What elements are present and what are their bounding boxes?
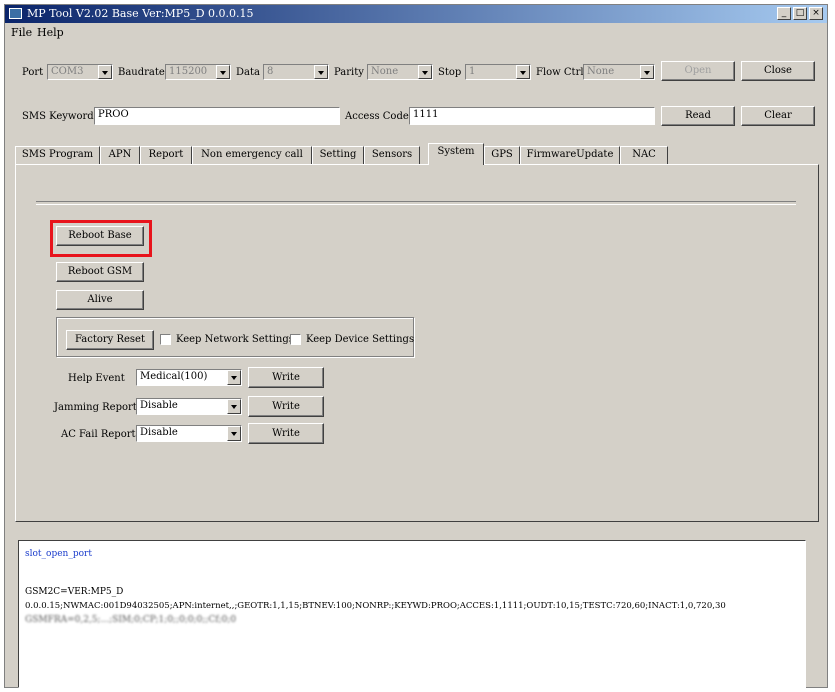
tab-nac[interactable]: NAC: [620, 146, 668, 164]
parity-select[interactable]: None: [367, 64, 433, 80]
menu-bar: File Help: [5, 24, 827, 40]
tab-report[interactable]: Report: [140, 146, 192, 164]
reboot-gsm-button[interactable]: Reboot GSM: [56, 262, 144, 282]
keep-network-label: Keep Network Settings: [176, 334, 294, 345]
tab-system[interactable]: System: [428, 143, 484, 165]
divider: [36, 201, 796, 205]
minimize-icon[interactable]: _: [777, 7, 791, 20]
port-select[interactable]: COM3: [47, 64, 113, 80]
stop-select[interactable]: 1: [465, 64, 531, 80]
log-output[interactable]: slot_open_port GSM2C=VER:MP5_D 0.0.0.15;…: [18, 540, 806, 688]
chevron-down-icon: [516, 65, 530, 79]
parity-label: Parity: [334, 67, 364, 78]
system-panel: Reboot Base Reboot GSM Alive Factory Res…: [15, 164, 819, 522]
ac-fail-report-label: AC Fail Report: [61, 429, 136, 440]
close-icon[interactable]: ×: [809, 7, 823, 20]
log-line: GSM2C=VER:MP5_D: [25, 587, 124, 597]
port-label: Port: [22, 67, 44, 78]
app-icon: [9, 8, 22, 19]
title-bar: MP Tool V2.02 Base Ver:MP5_D 0.0.0.15 _ …: [5, 5, 827, 23]
tab-sms-program[interactable]: SMS Program: [15, 146, 100, 164]
data-select[interactable]: 8: [263, 64, 329, 80]
keep-network-checkbox[interactable]: [160, 334, 171, 345]
ac-fail-report-write-button[interactable]: Write: [248, 423, 324, 444]
tab-non-emergency-call[interactable]: Non emergency call: [192, 146, 312, 164]
baudrate-select[interactable]: 115200: [165, 64, 231, 80]
window-title: MP Tool V2.02 Base Ver:MP5_D 0.0.0.15: [27, 7, 254, 20]
jamming-report-write-button[interactable]: Write: [248, 396, 324, 417]
menu-help[interactable]: Help: [37, 26, 64, 39]
tab-firmware-update[interactable]: FirmwareUpdate: [520, 146, 620, 164]
ac-fail-report-select[interactable]: Disable: [136, 425, 242, 442]
log-line: slot_open_port: [25, 549, 92, 559]
jamming-report-select[interactable]: Disable: [136, 398, 242, 415]
factory-reset-button[interactable]: Factory Reset: [66, 330, 154, 350]
access-code-input[interactable]: 1111: [409, 107, 655, 125]
clear-button[interactable]: Clear: [741, 106, 815, 126]
chevron-down-icon: [227, 426, 241, 441]
menu-file[interactable]: File: [11, 26, 32, 39]
log-line: GSMFRA=0,2,5;...;SIM;0;CP;1;0;;0;0;0;;Cf…: [25, 615, 237, 625]
chevron-down-icon: [314, 65, 328, 79]
chevron-down-icon: [227, 399, 241, 414]
maximize-icon[interactable]: □: [793, 7, 807, 20]
alive-button[interactable]: Alive: [56, 290, 144, 310]
log-line: 0.0.0.15;NWMAC:001D94032505;APN:internet…: [25, 601, 726, 611]
flowctrl-label: Flow Ctrl: [536, 67, 584, 78]
highlight-box: [50, 220, 152, 257]
read-button[interactable]: Read: [661, 106, 735, 126]
keep-device-label: Keep Device Settings: [306, 334, 415, 345]
tab-setting[interactable]: Setting: [312, 146, 364, 164]
chevron-down-icon: [227, 370, 241, 385]
stop-label: Stop: [438, 67, 462, 78]
chevron-down-icon: [98, 65, 112, 79]
chevron-down-icon: [640, 65, 654, 79]
keep-device-checkbox[interactable]: [290, 334, 301, 345]
chevron-down-icon: [418, 65, 432, 79]
open-button[interactable]: Open: [661, 61, 735, 81]
tab-gps[interactable]: GPS: [484, 146, 520, 164]
tab-apn[interactable]: APN: [100, 146, 140, 164]
help-event-label: Help Event: [68, 373, 125, 384]
close-button[interactable]: Close: [741, 61, 815, 81]
chevron-down-icon: [216, 65, 230, 79]
help-event-write-button[interactable]: Write: [248, 367, 324, 388]
sms-keyword-input[interactable]: PROO: [94, 107, 340, 125]
access-code-label: Access Code: [345, 111, 409, 122]
data-label: Data: [236, 67, 260, 78]
tab-sensors[interactable]: Sensors: [364, 146, 420, 164]
baudrate-label: Baudrate: [118, 67, 165, 78]
sms-keyword-label: SMS Keyword: [22, 111, 94, 122]
flowctrl-select[interactable]: None: [583, 64, 655, 80]
jamming-report-label: Jamming Report: [54, 402, 137, 413]
help-event-select[interactable]: Medical(100): [136, 369, 242, 386]
